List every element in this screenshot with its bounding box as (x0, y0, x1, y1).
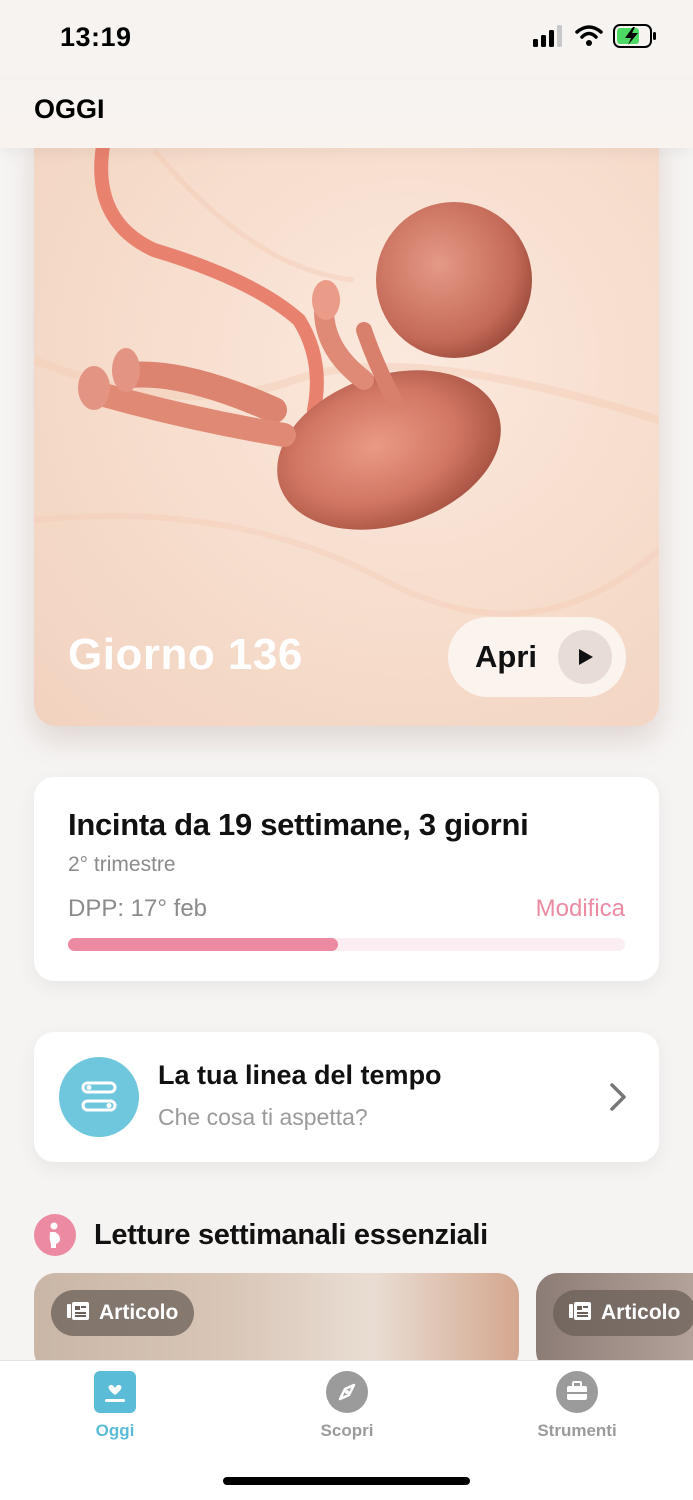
pregnant-woman-icon (34, 1214, 76, 1256)
battery-charging-icon (613, 23, 657, 53)
article-card[interactable]: Articolo (34, 1273, 519, 1373)
trimester-label: 2° trimestre (68, 853, 176, 876)
article-tag-label: Articolo (99, 1301, 179, 1324)
open-button[interactable]: Apri (448, 617, 626, 697)
tab-oggi[interactable]: Oggi (35, 1371, 195, 1441)
tab-label: Oggi (95, 1421, 135, 1440)
tab-strumenti[interactable]: Strumenti (497, 1371, 657, 1441)
weekly-readings-header: Letture settimanali essenziali (34, 1214, 488, 1256)
tab-scopri[interactable]: Scopri (267, 1371, 427, 1441)
compass-icon (326, 1371, 368, 1413)
due-date: DPP: 17° feb (68, 895, 208, 922)
open-button-label: Apri (475, 639, 537, 674)
tab-label: Scopri (320, 1421, 374, 1440)
toolbox-icon (556, 1371, 598, 1413)
today-icon (94, 1371, 136, 1413)
chevron-right-icon (609, 1082, 627, 1117)
day-counter: Giorno 136 (68, 630, 303, 679)
article-tag: Articolo (51, 1290, 195, 1336)
timeline-subtitle: Che cosa ti aspetta? (158, 1104, 368, 1130)
article-card[interactable]: Articolo (536, 1273, 693, 1373)
timeline-title: La tua linea del tempo (158, 1060, 442, 1090)
wifi-icon (575, 24, 603, 52)
pregnancy-duration: Incinta da 19 settimane, 3 giorni (68, 807, 529, 842)
home-indicator[interactable] (223, 1477, 470, 1485)
play-icon (558, 630, 612, 684)
timeline-icon (59, 1057, 139, 1137)
article-tag: Articolo (553, 1290, 693, 1336)
tab-label: Strumenti (537, 1421, 617, 1440)
article-tag-label: Articolo (601, 1301, 681, 1324)
pregnancy-status-card: Incinta da 19 settimane, 3 giorni 2° tri… (34, 777, 659, 981)
nav-header: OGGI (0, 80, 693, 148)
pregnancy-progress-fill (68, 938, 339, 951)
status-time: 13:19 (60, 22, 132, 52)
signal-icon (533, 24, 565, 52)
pregnancy-progress-bar (68, 938, 625, 951)
status-bar: 13:19 (0, 0, 693, 80)
timeline-card[interactable]: La tua linea del tempo Che cosa ti aspet… (34, 1032, 659, 1162)
status-icons (533, 23, 657, 53)
edit-link[interactable]: Modifica (536, 895, 625, 923)
section-title: Letture settimanali essenziali (94, 1218, 488, 1251)
fetus-hero-card[interactable]: Giorno 136 Apri (34, 120, 659, 726)
page-title: OGGI (34, 94, 105, 124)
article-icon (569, 1301, 591, 1326)
article-icon (67, 1301, 89, 1326)
